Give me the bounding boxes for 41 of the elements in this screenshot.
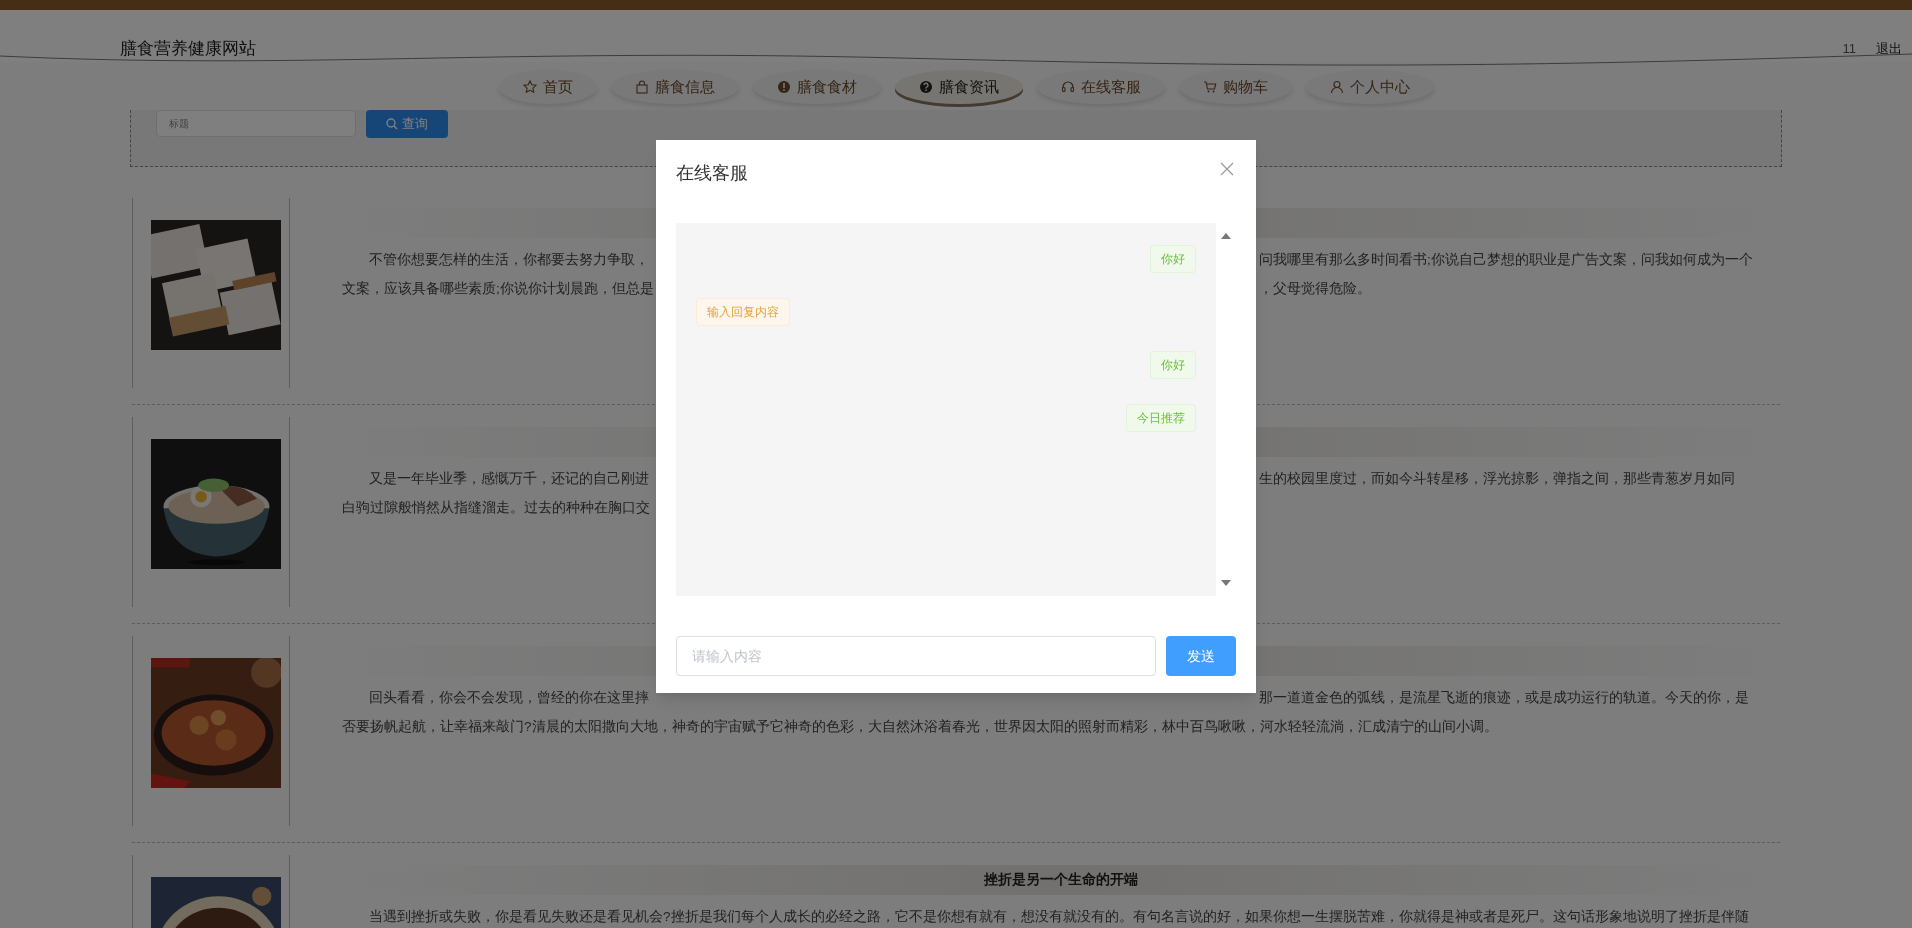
article-text: 白驹过隙般悄然从指缝溜走。过去的种种在胸口交: [342, 500, 650, 516]
logout-link[interactable]: 退出: [1876, 39, 1902, 59]
message-input[interactable]: 请输入内容: [676, 636, 1156, 676]
nav-tab[interactable]: 在线客服: [1036, 70, 1165, 104]
article-text: ，父母觉得危险。: [1259, 280, 1371, 299]
chat-message: 输入回复内容: [696, 298, 790, 326]
nav-tab[interactable]: 个人中心: [1305, 70, 1434, 104]
nav-tab[interactable]: 购物车: [1178, 70, 1292, 104]
question-icon: [918, 80, 933, 94]
search-icon: [386, 118, 398, 130]
scroll-up-icon[interactable]: [1221, 233, 1231, 239]
scroll-down-icon[interactable]: [1221, 580, 1231, 586]
article-text: 否要扬帆起航，让幸福来敲门?清晨的太阳撒向大地，神奇的宇宙赋予它神奇的色彩，大自然沐浴着春光，世界因太阳的照射而精彩，林中百鸟啾啾，河水轻轻流淌，汇成清宁的山间小调。: [342, 718, 1498, 737]
chat-message: 今日推荐: [1126, 404, 1196, 432]
exclamation-icon: [776, 80, 791, 94]
close-icon[interactable]: [1220, 162, 1234, 176]
nav-tab[interactable]: 膳食信息: [610, 70, 739, 104]
article-text: 生的校园里度过，而如今斗转星移，浮光掠影，弹指之间，那些青葱岁月如同: [1259, 470, 1735, 489]
site-title: 膳食营养健康网站: [120, 38, 256, 60]
bag-icon: [634, 80, 649, 94]
send-button[interactable]: 发送: [1166, 636, 1236, 676]
star-icon: [522, 80, 537, 94]
article-text: 不管你想要怎样的生活，你都要去努力争取，: [368, 252, 649, 268]
nav-tab[interactable]: 首页: [498, 70, 597, 104]
dialog-title: 在线客服: [676, 162, 748, 185]
user-icon: [1329, 80, 1344, 94]
article-text: 又是一年毕业季，感慨万千，还记的自己刚进: [368, 471, 649, 487]
article-text: 当遇到挫折或失败，你是看见失败还是看见机会?挫折是我们每个人成长的必经之路，它不是你想有就有，想没有就没有的。有句名言说的好，如果你想一生摆脱苦难，你就得是神或者是死尸。这句话形象地说明了挫折是伴随: [368, 908, 1749, 927]
username: 11: [1842, 40, 1856, 58]
article-text: 问我哪里有那么多时间看书;你说自己梦想的职业是广告文案，问我如何成为一个: [1259, 251, 1753, 270]
article-text: 回头看看，你会不会发现，曾经的你在这里摔: [368, 690, 649, 706]
article-text: 文案，应该具备哪些素质;你说你计划晨跑，但总是: [342, 281, 654, 297]
search-button[interactable]: 查询: [366, 110, 448, 138]
headset-icon: [1060, 80, 1075, 94]
chat-message: 你好: [1150, 245, 1196, 273]
cart-icon: [1202, 80, 1217, 94]
nav-tab[interactable]: 膳食食材: [752, 70, 881, 104]
chat-message: 你好: [1150, 351, 1196, 379]
article-title[interactable]: 挫折是另一个生命的开端: [984, 869, 1138, 891]
article-text: 那一道道金色的弧线，是流星飞逝的痕迹，或是成功运行的轨道。今天的你，是: [1259, 689, 1749, 708]
nav-tab[interactable]: 膳食资讯: [894, 70, 1023, 104]
